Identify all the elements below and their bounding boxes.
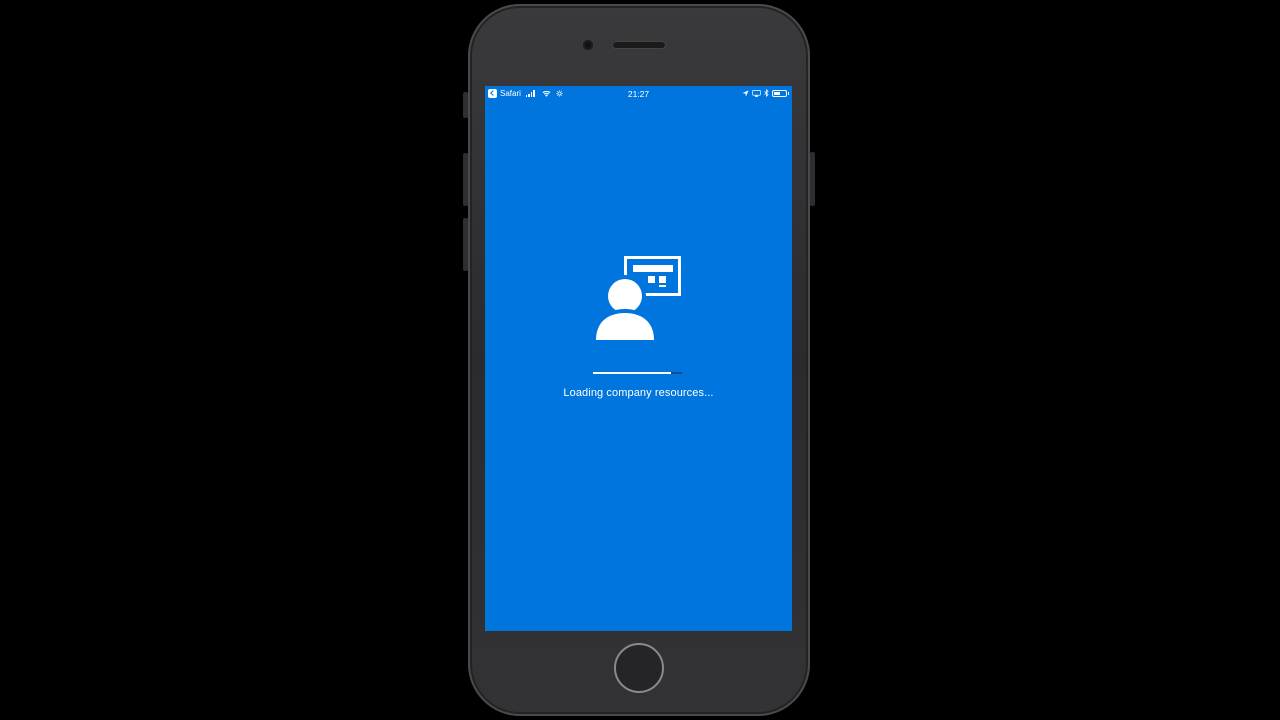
bluetooth-icon: [764, 89, 769, 97]
user-with-dashboard-icon: [594, 256, 681, 342]
status-bar: Safari 21:27: [485, 86, 792, 102]
loading-progress-bar: [593, 372, 682, 374]
home-button[interactable]: [614, 643, 664, 693]
battery-icon: [772, 89, 789, 97]
power-button: [810, 152, 815, 206]
loading-progress-fill: [593, 372, 672, 374]
app-screen: Safari 21:27 Loading company resources..…: [485, 86, 792, 631]
stage: Safari 21:27 Loading company resources..…: [0, 0, 1280, 720]
loading-status-text: Loading company resources...: [563, 387, 714, 399]
screen-mirroring-icon: [752, 89, 761, 97]
earpiece-speaker: [613, 42, 665, 48]
location-arrow-icon: [742, 89, 749, 97]
battery-level: [774, 91, 780, 95]
status-bar-right: [742, 89, 789, 97]
front-camera: [583, 40, 593, 50]
